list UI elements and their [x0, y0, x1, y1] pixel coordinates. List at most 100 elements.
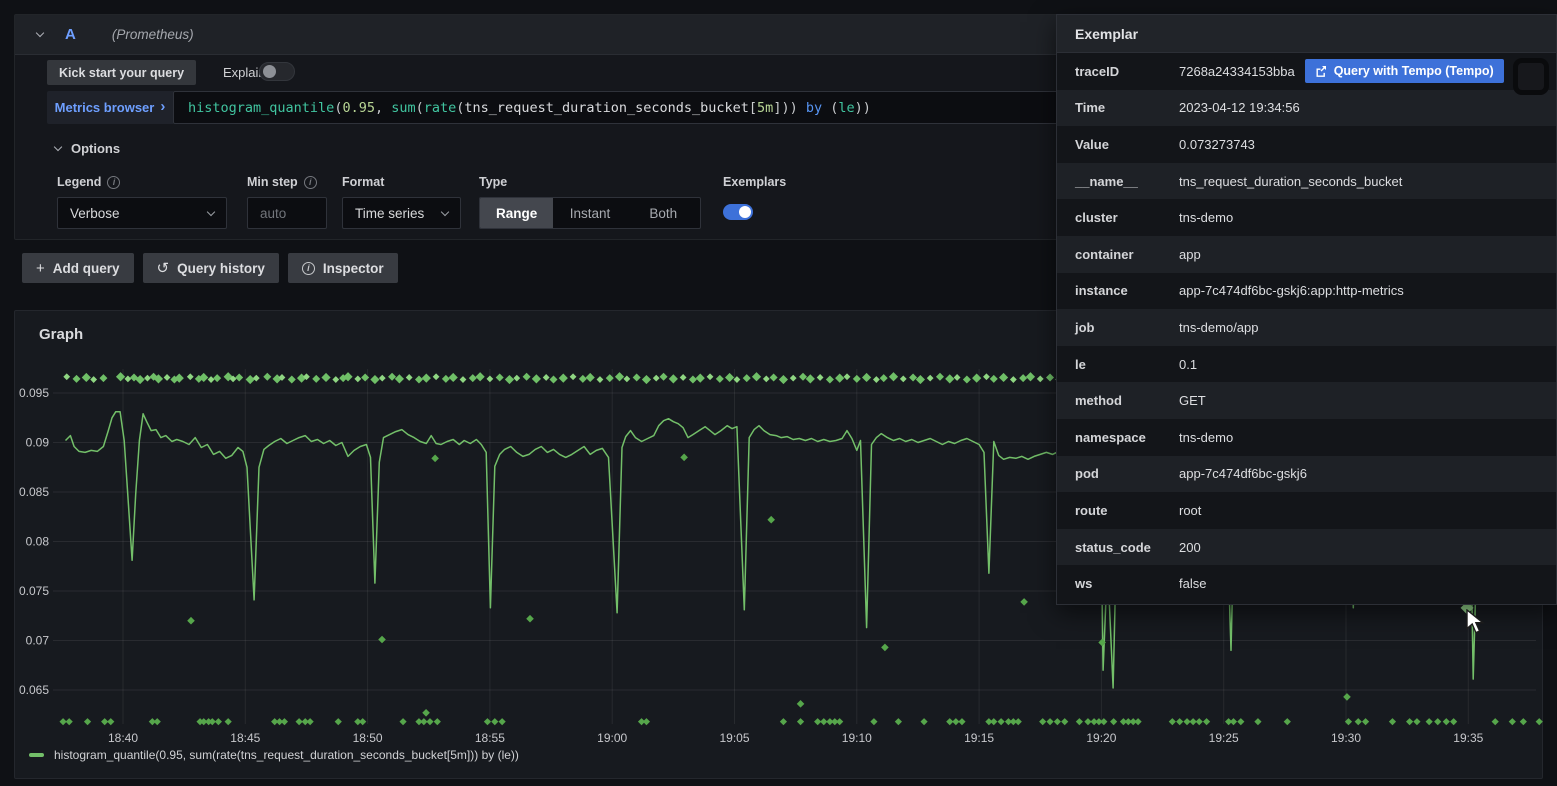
exemplar-point[interactable]	[725, 373, 734, 382]
exemplar-point[interactable]	[660, 373, 668, 381]
exemplar-point[interactable]	[187, 617, 195, 625]
exemplar-point[interactable]	[312, 375, 320, 383]
exemplar-point[interactable]	[116, 372, 125, 381]
exemplar-point[interactable]	[559, 374, 568, 383]
exemplar-point[interactable]	[426, 718, 433, 725]
exemplar-point[interactable]	[945, 374, 954, 383]
inspector-button[interactable]: i Inspector	[288, 253, 398, 283]
exemplar-point[interactable]	[689, 376, 697, 384]
add-query-button[interactable]: + Add query	[22, 253, 134, 283]
exemplar-point[interactable]	[680, 454, 688, 462]
exemplar-point[interactable]	[743, 374, 751, 382]
exemplar-point[interactable]	[770, 373, 778, 381]
exemplar-point[interactable]	[84, 718, 91, 725]
exemplar-point[interactable]	[669, 374, 678, 383]
exemplar-point[interactable]	[990, 718, 997, 725]
exemplar-point[interactable]	[707, 373, 714, 380]
exemplar-point[interactable]	[936, 373, 944, 381]
exemplar-point[interactable]	[767, 516, 775, 524]
exemplar-point[interactable]	[1520, 718, 1527, 725]
exemplar-point[interactable]	[579, 375, 587, 383]
exemplar-point[interactable]	[1426, 718, 1433, 725]
exemplar-point[interactable]	[1046, 718, 1053, 725]
exemplar-point[interactable]	[958, 718, 965, 725]
exemplar-point[interactable]	[154, 718, 161, 725]
exemplar-point[interactable]	[288, 376, 296, 384]
exemplar-point[interactable]	[615, 372, 624, 381]
exemplar-point[interactable]	[476, 372, 485, 381]
exemplar-point[interactable]	[208, 376, 215, 383]
type-option-range[interactable]: Range	[480, 198, 553, 228]
exemplar-point[interactable]	[434, 718, 441, 725]
exemplar-point[interactable]	[505, 375, 514, 384]
exemplar-point[interactable]	[999, 373, 1008, 382]
exemplar-point[interactable]	[354, 375, 361, 382]
exemplar-point[interactable]	[642, 375, 651, 384]
exemplar-point[interactable]	[954, 374, 961, 381]
exemplar-point[interactable]	[460, 376, 467, 383]
exemplar-point[interactable]	[1169, 718, 1176, 725]
exemplar-point[interactable]	[499, 718, 506, 725]
exemplar-point[interactable]	[900, 375, 907, 382]
exemplar-point[interactable]	[422, 709, 430, 717]
exemplar-point[interactable]	[1343, 693, 1351, 701]
exemplar-point[interactable]	[680, 374, 687, 381]
explain-toggle[interactable]	[259, 62, 295, 81]
exemplar-point[interactable]	[1037, 375, 1044, 382]
exemplar-point[interactable]	[799, 373, 807, 381]
exemplar-point[interactable]	[1015, 718, 1022, 725]
exemplar-point[interactable]	[895, 718, 902, 725]
exemplar-point[interactable]	[281, 718, 288, 725]
exemplar-point[interactable]	[124, 375, 131, 382]
exemplar-point[interactable]	[1355, 718, 1362, 725]
exemplar-point[interactable]	[549, 376, 557, 384]
series-legend-item[interactable]: histogram_quantile(0.95, sum(rate(tns_re…	[29, 748, 519, 762]
exemplar-point[interactable]	[835, 374, 844, 383]
exemplar-point[interactable]	[63, 373, 70, 380]
exemplar-point[interactable]	[433, 373, 440, 380]
exemplar-point[interactable]	[990, 375, 998, 383]
exemplar-point[interactable]	[144, 375, 151, 382]
exemplar-point[interactable]	[99, 374, 107, 382]
exemplar-point[interactable]	[1019, 374, 1027, 382]
exemplars-toggle[interactable]	[723, 204, 753, 220]
exemplar-point[interactable]	[836, 718, 843, 725]
exemplar-point[interactable]	[73, 375, 81, 383]
exemplar-point[interactable]	[496, 373, 504, 381]
exemplar-point[interactable]	[469, 374, 477, 382]
exemplar-point[interactable]	[136, 375, 145, 384]
exemplar-point[interactable]	[862, 373, 871, 382]
exemplar-point[interactable]	[797, 700, 805, 708]
exemplar-point[interactable]	[263, 373, 271, 381]
exemplar-point[interactable]	[1061, 718, 1068, 725]
exemplar-point[interactable]	[107, 718, 114, 725]
exemplar-point[interactable]	[633, 373, 641, 381]
exemplar-point[interactable]	[415, 376, 423, 384]
exemplar-point[interactable]	[442, 375, 450, 383]
exemplar-point[interactable]	[225, 718, 232, 725]
options-collapse[interactable]: Options	[55, 141, 120, 156]
exemplar-point[interactable]	[696, 374, 705, 383]
exemplar-point[interactable]	[321, 373, 330, 382]
exemplar-point[interactable]	[513, 375, 520, 382]
legend-select[interactable]: Verbose	[57, 197, 227, 229]
kick-start-query-button[interactable]: Kick start your query	[47, 60, 196, 85]
exemplar-point[interactable]	[817, 374, 824, 381]
exemplar-point[interactable]	[491, 718, 498, 725]
exemplar-point[interactable]	[763, 375, 770, 382]
exemplar-point[interactable]	[1406, 718, 1413, 725]
exemplar-point[interactable]	[378, 636, 386, 644]
exemplar-point[interactable]	[916, 375, 925, 384]
exemplar-point[interactable]	[1509, 718, 1516, 725]
exemplar-point[interactable]	[523, 373, 531, 381]
exemplar-point[interactable]	[253, 375, 260, 382]
exemplar-point[interactable]	[623, 375, 630, 382]
exemplar-point[interactable]	[873, 376, 880, 383]
exemplar-point[interactable]	[487, 375, 494, 382]
exemplar-point[interactable]	[806, 374, 815, 383]
exemplar-point[interactable]	[586, 373, 595, 382]
exemplar-point[interactable]	[1110, 718, 1117, 725]
exemplar-point[interactable]	[187, 373, 194, 380]
exemplar-point[interactable]	[395, 374, 404, 383]
exemplar-point[interactable]	[797, 718, 804, 725]
